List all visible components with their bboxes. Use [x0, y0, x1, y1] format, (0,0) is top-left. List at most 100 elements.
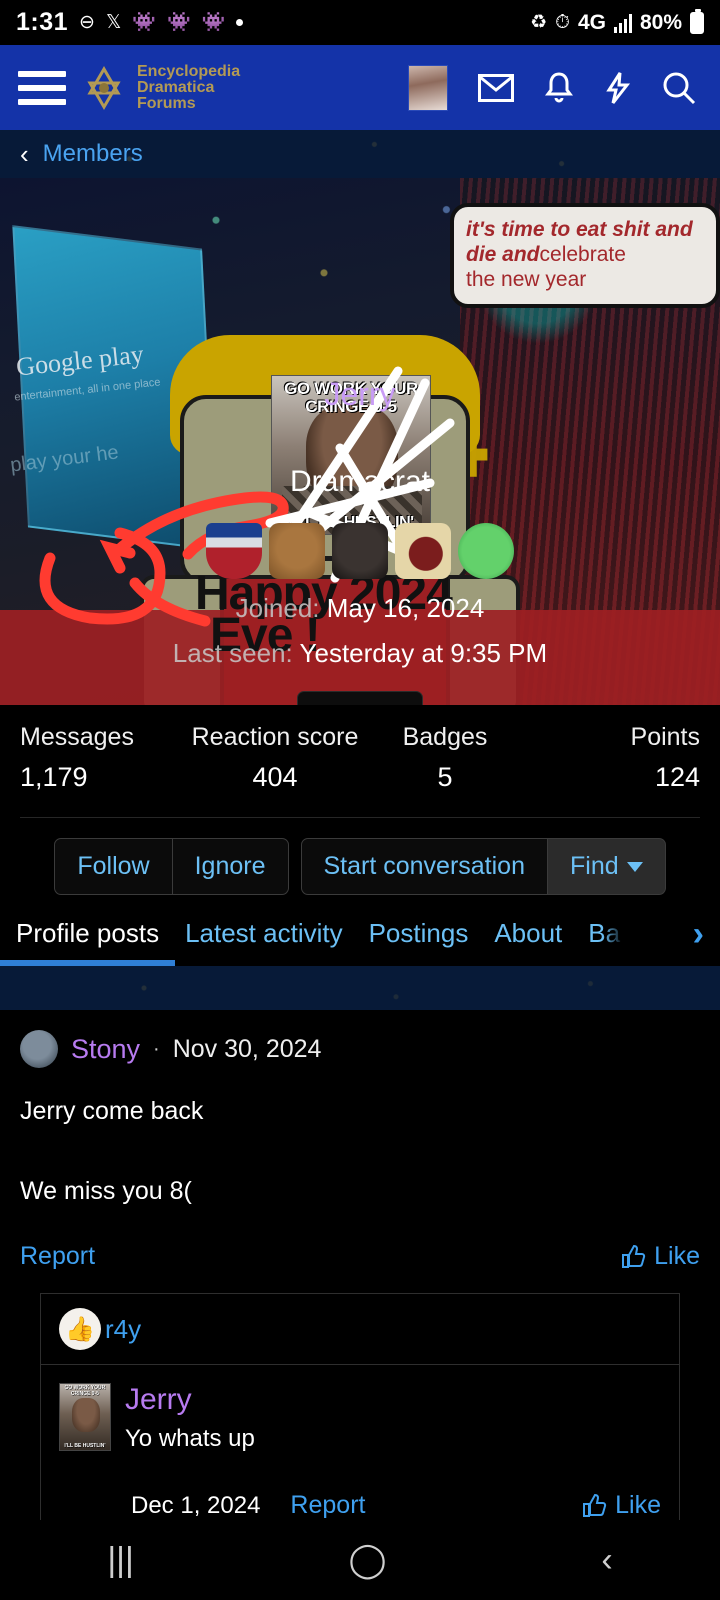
green-gremlin-badge[interactable]: [458, 523, 514, 579]
joined-value: May 16, 2024: [326, 593, 485, 623]
reply-content: Jerry Yo whats up: [125, 1383, 255, 1453]
network-type: 4G: [577, 10, 606, 34]
post-report-link[interactable]: Report: [20, 1242, 95, 1271]
logo-line-1: Encyclopedia: [137, 62, 241, 80]
lightning-icon[interactable]: [604, 71, 632, 105]
stat-value: 404: [252, 762, 298, 792]
discord-icon: 👾: [201, 12, 226, 33]
x-app-icon: 𝕏: [105, 12, 122, 33]
post-separator: ·: [153, 1037, 160, 1060]
post-body-line2: We miss you 8(: [20, 1177, 192, 1205]
tab-badges[interactable]: Ba: [588, 918, 624, 963]
logo-line-2: Dramatica: [137, 78, 215, 96]
chevron-down-icon: [626, 862, 643, 873]
battery-icon: [690, 8, 704, 34]
search-icon[interactable]: [662, 71, 696, 105]
post-header: Stony · Nov 30, 2024: [20, 1030, 700, 1068]
stat-value: 1,179: [20, 762, 88, 792]
stat-badges: Badges 5: [360, 723, 530, 793]
thumbs-up-icon: [583, 1493, 607, 1517]
tab-profile-posts[interactable]: Profile posts: [16, 918, 159, 963]
post-date[interactable]: Nov 30, 2024: [173, 1035, 322, 1064]
stat-points: Points 124: [530, 723, 700, 793]
site-logo[interactable]: Encyclopedia Dramatica Forums: [80, 62, 241, 112]
stat-label: Messages: [20, 723, 134, 751]
thumbs-up-avatar[interactable]: 👍: [59, 1308, 101, 1350]
profile-joined: Joined: May 16, 2024: [0, 593, 720, 624]
battery-percent: 80%: [639, 10, 682, 34]
conversation-find-group: Start conversation Find: [300, 838, 666, 895]
stat-label: Badges: [402, 723, 488, 751]
thumbs-up-icon: [622, 1244, 646, 1268]
find-button[interactable]: Find: [548, 838, 666, 895]
last-seen-value: Yesterday at 9:35 PM: [299, 638, 548, 668]
job-corps-badge[interactable]: [206, 523, 262, 579]
post-body-line1: Jerry come back: [20, 1097, 204, 1125]
cover-report-button[interactable]: Report: [296, 691, 424, 705]
profile-badges: [0, 523, 720, 579]
bell-icon[interactable]: [544, 71, 574, 105]
liker-name-link[interactable]: r4y: [105, 1314, 141, 1345]
profile-last-seen: Last seen: Yesterday at 9:35 PM: [0, 638, 720, 669]
tab-postings[interactable]: Postings: [369, 918, 469, 963]
reply-report-link[interactable]: Report: [290, 1491, 365, 1520]
stat-value: 124: [654, 762, 700, 792]
find-label: Find: [570, 852, 619, 880]
profile-username: Jerry: [324, 376, 396, 412]
tabs-next-chevron-icon[interactable]: ›: [693, 915, 704, 966]
back-chevron-icon[interactable]: ‹: [20, 139, 29, 170]
dnd-icon: ⊖: [79, 12, 95, 33]
speech-bubble-line3: the new year: [466, 268, 587, 291]
reply-author-link[interactable]: Jerry: [125, 1383, 255, 1417]
home-icon[interactable]: ◯: [349, 1540, 387, 1580]
like-label: Like: [615, 1491, 661, 1519]
reply-date[interactable]: Dec 1, 2024: [131, 1492, 260, 1520]
post-footer: Report Like: [20, 1242, 700, 1271]
stat-label: Points: [630, 723, 700, 751]
hamburger-menu-icon[interactable]: [18, 70, 66, 105]
ignore-button[interactable]: Ignore: [172, 838, 289, 895]
stat-label: Reaction score: [191, 723, 359, 751]
clock: 1:31: [16, 8, 69, 36]
follow-ignore-group: Follow Ignore: [54, 838, 289, 895]
joined-label: Joined:: [235, 593, 320, 623]
post-like-button[interactable]: Like: [620, 1242, 700, 1271]
profile-actions: Follow Ignore Start conversation Find: [0, 818, 720, 903]
follow-button[interactable]: Follow: [54, 838, 173, 895]
post-body: Jerry come back We miss you 8(: [20, 1094, 700, 1208]
pedobear-badge[interactable]: [269, 523, 325, 579]
like-label: Like: [654, 1242, 700, 1270]
map-badge[interactable]: [395, 523, 451, 579]
reply-text: Yo whats up: [125, 1425, 255, 1452]
tab-about[interactable]: About: [494, 918, 562, 963]
user-avatar[interactable]: [408, 64, 448, 111]
app-header: Encyclopedia Dramatica Forums: [0, 45, 720, 130]
post-author-link[interactable]: Stony: [71, 1034, 140, 1065]
star-of-david-logo-icon: [87, 65, 121, 110]
status-bar: 1:31 ⊖ 𝕏 👾 👾 👾 ♻ ⏱ 4G 80%: [0, 0, 720, 45]
discord-icon: 👾: [132, 12, 156, 33]
last-seen-label: Last seen:: [172, 638, 293, 668]
start-conversation-button[interactable]: Start conversation: [300, 838, 548, 895]
stat-messages: Messages 1,179: [20, 723, 190, 793]
dot-icon: [236, 19, 244, 26]
battery-saver-icon: ♻: [530, 12, 548, 33]
signal-icon: [613, 13, 632, 33]
profile-post: Stony · Nov 30, 2024 Jerry come back We …: [0, 1010, 720, 1588]
alarm-icon: ⏱: [555, 12, 570, 33]
recents-icon[interactable]: |||: [107, 1541, 134, 1580]
pug-badge[interactable]: [332, 523, 388, 579]
avatar-face: [72, 1398, 100, 1432]
reply-like-button[interactable]: Like: [581, 1491, 661, 1520]
back-icon[interactable]: ‹: [601, 1541, 612, 1580]
tab-latest-activity[interactable]: Latest activity: [185, 918, 343, 963]
android-nav-bar: ||| ◯ ‹: [0, 1520, 720, 1600]
breadcrumb-members-link[interactable]: Members: [43, 140, 143, 168]
logo-line-3: Forums: [137, 94, 196, 112]
avatar[interactable]: [20, 1030, 58, 1068]
likers-row: 👍 r4y: [41, 1294, 679, 1364]
mail-icon[interactable]: [478, 73, 514, 102]
speech-bubble: it's time to eat shit and die andcelebra…: [450, 203, 720, 308]
avatar[interactable]: GO WORK YOUR CRINGE 9-5 I'LL BE HUSTLIN': [59, 1383, 111, 1451]
profile-user-title: Dramacrat: [289, 465, 431, 498]
